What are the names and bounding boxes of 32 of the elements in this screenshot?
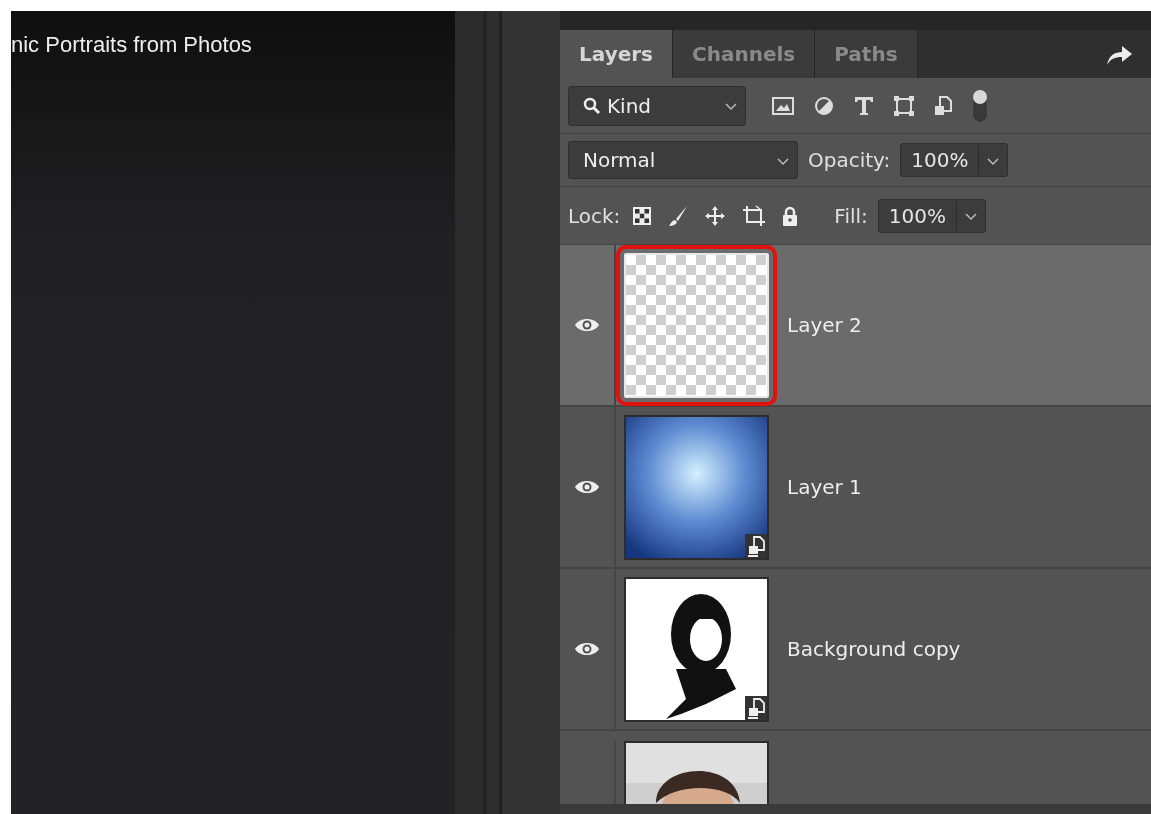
share-icon[interactable] [1105,43,1133,66]
field-label: Fill: [834,202,868,230]
video-title: nic Portraits from Photos [11,31,253,59]
chevron-down-icon [777,157,789,166]
crop-icon[interactable] [742,204,767,227]
eye-icon[interactable] [574,317,600,333]
filter-toggle-icon[interactable] [972,88,988,123]
lock-label: Lock: [568,202,621,230]
lock-icon[interactable] [782,205,799,226]
fill-field[interactable]: 100% [877,198,986,233]
search-icon [583,96,601,115]
chevron-down-icon [725,103,737,111]
chevron-down-icon [987,157,1000,166]
move-icon[interactable] [704,204,727,227]
filter-dropdown[interactable]: Kind [568,85,746,126]
shape-filter-icon[interactable] [894,95,914,116]
type-filter-icon[interactable] [854,95,874,116]
selected-layer-row[interactable]: Layer 2 [560,245,1151,407]
layer-name[interactable]: Layer 2 [787,310,862,340]
lock-transparency-icon[interactable] [632,205,653,226]
layer-name[interactable]: Layer 1 [787,472,862,502]
eye-icon[interactable] [574,641,600,657]
opacity-field[interactable]: 100% [900,143,1009,177]
chevron-down-icon [965,213,977,221]
panel-tab[interactable]: Layers [560,30,673,78]
adjustment-filter-icon[interactable] [814,95,834,116]
layer-name[interactable]: Background copy [787,634,961,664]
image-filter-icon[interactable] [772,96,794,115]
blend-mode-dropdown[interactable]: Normal [568,141,798,179]
field-label: Opacity: [808,147,891,174]
smart-object-filter-icon[interactable] [934,95,952,116]
eye-icon[interactable] [574,479,600,495]
